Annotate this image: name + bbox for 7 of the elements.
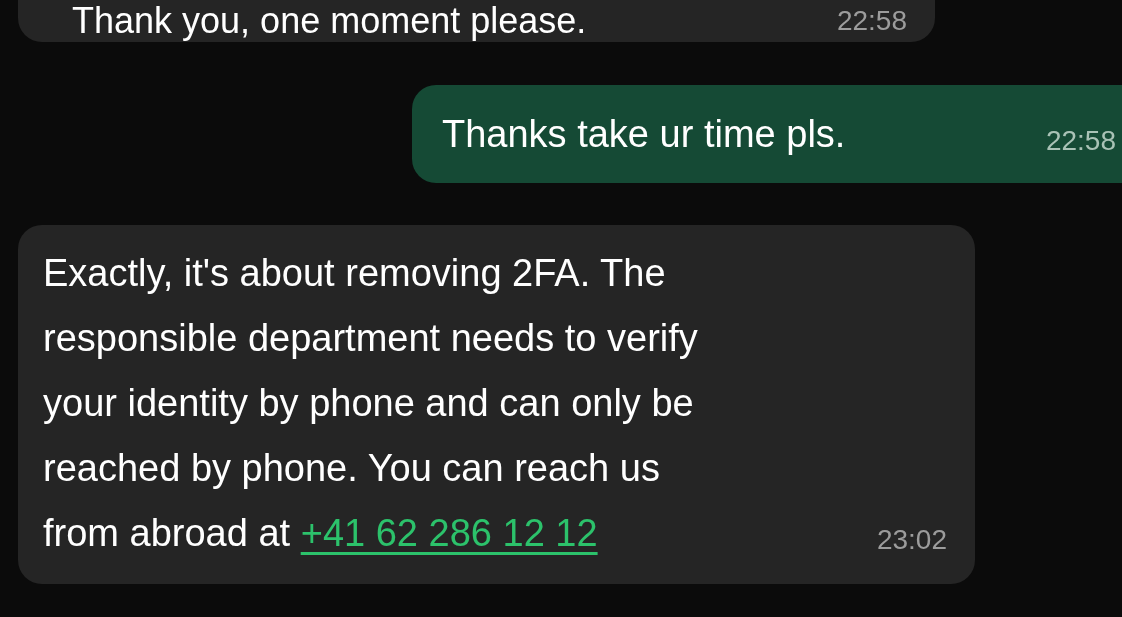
message-text: Exactly, it's about removing 2FA. The responsible department needs to verify your identity by phone and can only be reached by phone. You can reach us from abroad at +41 62 286 12 12: [43, 251, 698, 556]
message-time: 22:58: [836, 5, 907, 37]
message-time: 23:02: [876, 524, 947, 556]
message-text: Thank you, one moment please.: [72, 1, 587, 41]
message-text: Thanks take ur time pls.: [442, 111, 846, 157]
phone-link[interactable]: +41 62 286 12 12: [300, 512, 598, 554]
message-time: 22:58: [1045, 125, 1116, 157]
